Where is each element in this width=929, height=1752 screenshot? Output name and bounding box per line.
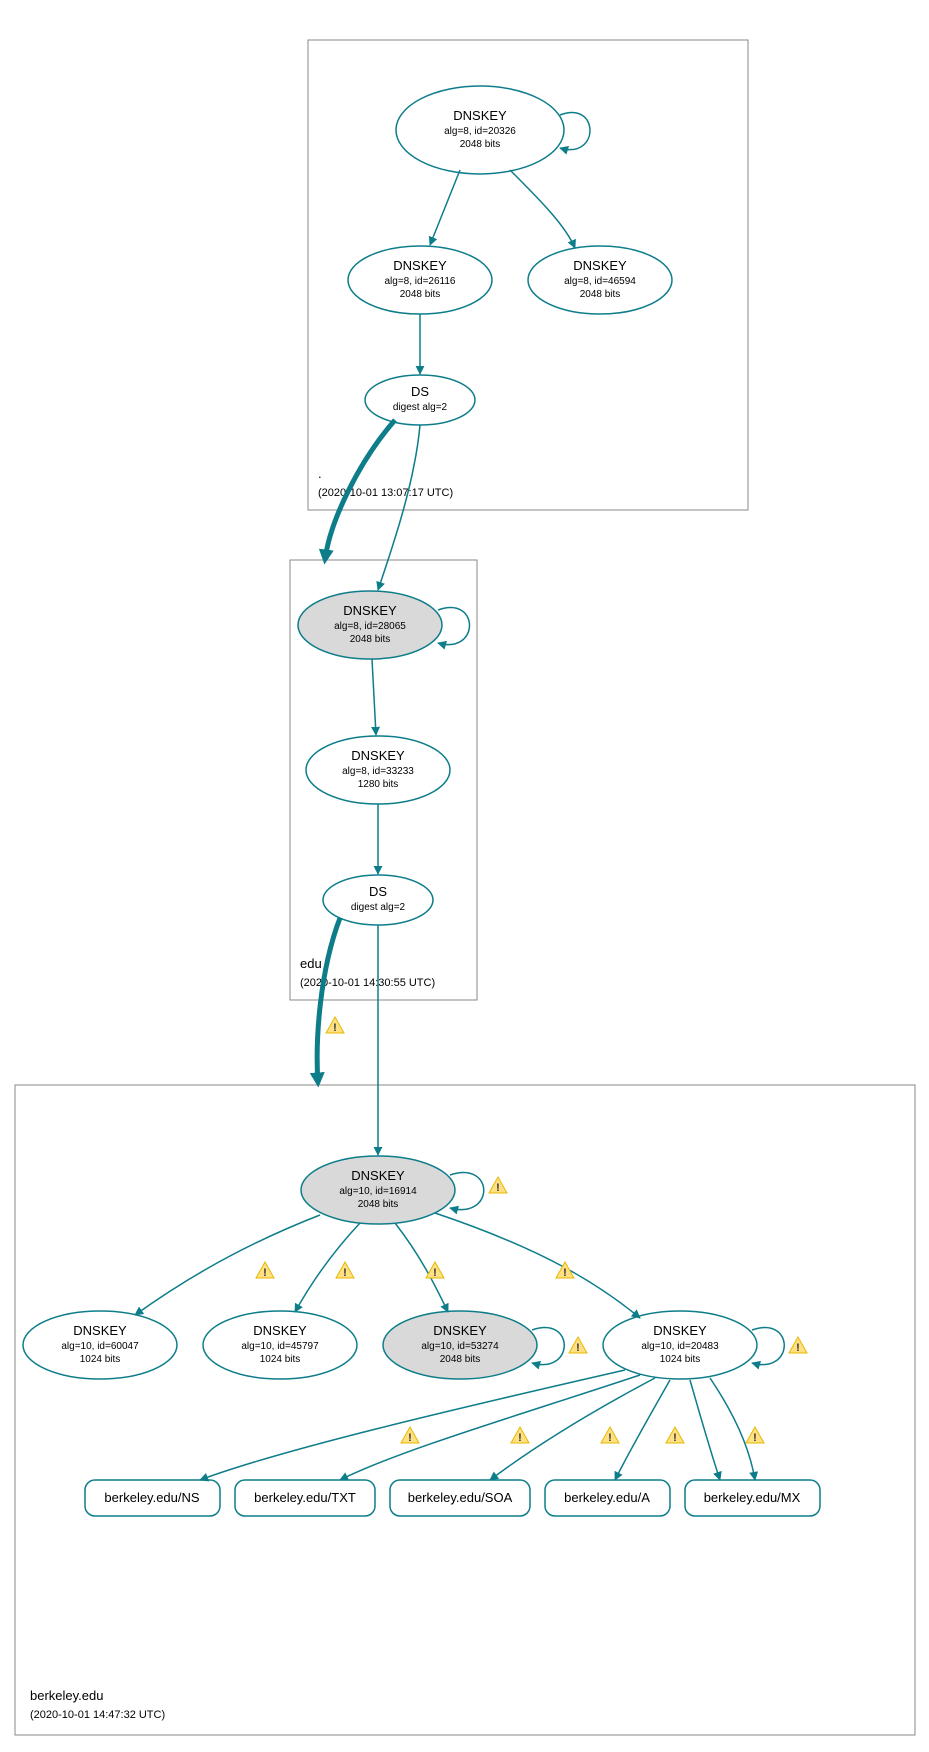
svg-text:alg=10, id=45797: alg=10, id=45797 xyxy=(241,1341,319,1352)
svg-text:berkeley.edu/MX: berkeley.edu/MX xyxy=(704,1490,801,1505)
svg-text:alg=10, id=53274: alg=10, id=53274 xyxy=(421,1341,499,1352)
svg-text:1024 bits: 1024 bits xyxy=(80,1354,121,1365)
warning-icon xyxy=(666,1427,684,1444)
svg-text:DNSKEY: DNSKEY xyxy=(351,1168,405,1183)
zone-root-label: . xyxy=(318,466,322,481)
node-rr-ns: berkeley.edu/NS xyxy=(85,1480,220,1516)
svg-text:digest alg=2: digest alg=2 xyxy=(393,402,448,413)
node-rr-a: berkeley.edu/A xyxy=(545,1480,670,1516)
warning-icon xyxy=(789,1337,807,1354)
node-edu-ksk: DNSKEY alg=8, id=28065 2048 bits xyxy=(298,591,442,659)
svg-text:alg=8, id=46594: alg=8, id=46594 xyxy=(564,276,636,287)
svg-text:2048 bits: 2048 bits xyxy=(580,289,621,300)
svg-text:DNSKEY: DNSKEY xyxy=(393,258,447,273)
node-rr-mx: berkeley.edu/MX xyxy=(685,1480,820,1516)
edge-eduksk-zsk xyxy=(372,659,376,735)
node-rr-txt: berkeley.edu/TXT xyxy=(235,1480,375,1516)
zone-berkeley-label: berkeley.edu xyxy=(30,1688,103,1703)
edge-bksk-zsk3 xyxy=(395,1223,448,1312)
svg-text:berkeley.edu/SOA: berkeley.edu/SOA xyxy=(408,1490,513,1505)
svg-text:DNSKEY: DNSKEY xyxy=(433,1323,487,1338)
node-b-ksk: DNSKEY alg=10, id=16914 2048 bits xyxy=(301,1156,455,1224)
edge-rootksk-zsk2 xyxy=(510,170,575,248)
svg-text:alg=10, id=60047: alg=10, id=60047 xyxy=(61,1341,139,1352)
warning-icon xyxy=(746,1427,764,1444)
node-b-zsk2: DNSKEY alg=10, id=45797 1024 bits xyxy=(203,1311,357,1379)
warning-icon xyxy=(401,1427,419,1444)
edge-zsk4-txt xyxy=(340,1375,640,1480)
edge-bksk-zsk2 xyxy=(295,1223,360,1312)
svg-text:DNSKEY: DNSKEY xyxy=(573,258,627,273)
svg-text:berkeley.edu/TXT: berkeley.edu/TXT xyxy=(254,1490,356,1505)
svg-text:DNSKEY: DNSKEY xyxy=(253,1323,307,1338)
svg-text:2048 bits: 2048 bits xyxy=(400,289,441,300)
svg-text:alg=10, id=16914: alg=10, id=16914 xyxy=(339,1186,417,1197)
svg-text:2048 bits: 2048 bits xyxy=(440,1354,481,1365)
warning-icon xyxy=(336,1262,354,1279)
svg-text:DNSKEY: DNSKEY xyxy=(653,1323,707,1338)
edge-zsk4-mx1 xyxy=(690,1380,720,1480)
warning-icon xyxy=(601,1427,619,1444)
svg-text:alg=8, id=33233: alg=8, id=33233 xyxy=(342,766,414,777)
svg-text:DNSKEY: DNSKEY xyxy=(343,603,397,618)
node-edu-zsk: DNSKEY alg=8, id=33233 1280 bits xyxy=(306,736,450,804)
edge-bksk-zsk1 xyxy=(135,1215,320,1315)
svg-text:1024 bits: 1024 bits xyxy=(660,1354,701,1365)
zone-root-ts: (2020-10-01 13:07:17 UTC) xyxy=(318,487,453,499)
node-rr-soa: berkeley.edu/SOA xyxy=(390,1480,530,1516)
svg-text:alg=8, id=26116: alg=8, id=26116 xyxy=(385,276,456,287)
svg-text:alg=8, id=20326: alg=8, id=20326 xyxy=(444,126,516,137)
node-root-ds: DS digest alg=2 xyxy=(365,375,475,425)
zone-edu-label: edu xyxy=(300,956,322,971)
edge-zsk4-mx2 xyxy=(710,1378,755,1480)
svg-text:DS: DS xyxy=(411,384,429,399)
warning-icon xyxy=(426,1262,444,1279)
svg-text:DNSKEY: DNSKEY xyxy=(453,108,507,123)
node-b-zsk3: DNSKEY alg=10, id=53274 2048 bits xyxy=(383,1311,537,1379)
svg-text:2048 bits: 2048 bits xyxy=(358,1199,399,1210)
warning-icon xyxy=(511,1427,529,1444)
node-b-zsk4: DNSKEY alg=10, id=20483 1024 bits xyxy=(603,1311,757,1379)
svg-text:DS: DS xyxy=(369,884,387,899)
edge-zsk4-ns xyxy=(200,1370,625,1480)
svg-text:alg=10, id=20483: alg=10, id=20483 xyxy=(641,1341,719,1352)
svg-text:berkeley.edu/NS: berkeley.edu/NS xyxy=(104,1490,199,1505)
edge-eduksk-self xyxy=(438,608,470,645)
node-root-ksk: DNSKEY alg=8, id=20326 2048 bits xyxy=(396,86,564,174)
svg-text:DNSKEY: DNSKEY xyxy=(73,1323,127,1338)
edge-zsk4-soa xyxy=(490,1378,655,1480)
warning-icon xyxy=(256,1262,274,1279)
edge-rootksk-zsk1 xyxy=(430,170,460,245)
zone-berkeley-ts: (2020-10-01 14:47:32 UTC) xyxy=(30,1709,165,1721)
warning-icon xyxy=(326,1017,344,1034)
warning-icon xyxy=(569,1337,587,1354)
svg-text:digest alg=2: digest alg=2 xyxy=(351,902,406,913)
node-root-zsk1: DNSKEY alg=8, id=26116 2048 bits xyxy=(348,246,492,314)
svg-text:2048 bits: 2048 bits xyxy=(460,139,501,150)
node-edu-ds: DS digest alg=2 xyxy=(323,875,433,925)
svg-text:1280 bits: 1280 bits xyxy=(358,779,399,790)
zone-berkeley-box xyxy=(15,1085,915,1735)
node-b-zsk1: DNSKEY alg=10, id=60047 1024 bits xyxy=(23,1311,177,1379)
svg-text:DNSKEY: DNSKEY xyxy=(351,748,405,763)
node-root-zsk2: DNSKEY alg=8, id=46594 2048 bits xyxy=(528,246,672,314)
edge-rootds-eduksk xyxy=(378,425,420,590)
svg-text:alg=8, id=28065: alg=8, id=28065 xyxy=(334,621,406,632)
edge-bksk-zsk4 xyxy=(435,1213,640,1318)
svg-text:1024 bits: 1024 bits xyxy=(260,1354,301,1365)
svg-text:2048 bits: 2048 bits xyxy=(350,634,391,645)
dnssec-diagram: ! . (2020-10-01 13:07:17 UTC) edu (2020-… xyxy=(0,0,929,1752)
svg-text:berkeley.edu/A: berkeley.edu/A xyxy=(564,1490,650,1505)
warning-icon xyxy=(489,1177,507,1194)
